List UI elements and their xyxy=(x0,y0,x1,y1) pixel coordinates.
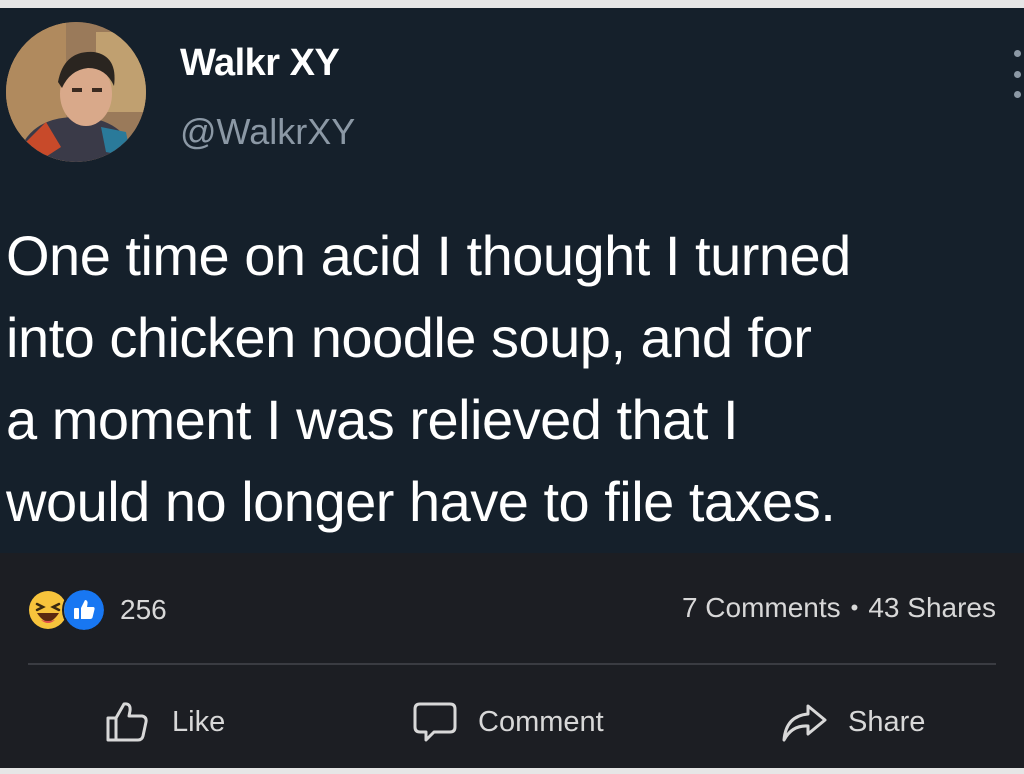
tweet-text: One time on acid I thought I turned into… xyxy=(6,224,851,533)
author-handle[interactable]: @WalkrXY xyxy=(180,111,355,153)
share-button[interactable]: Share xyxy=(780,698,925,746)
like-button[interactable]: Like xyxy=(104,698,225,746)
comment-label: Comment xyxy=(478,705,604,738)
more-options-icon[interactable] xyxy=(1012,50,1022,98)
divider xyxy=(28,663,996,665)
comments-count-link[interactable]: 7 Comments xyxy=(682,592,841,624)
like-label: Like xyxy=(172,705,226,738)
thumbs-up-outline-icon xyxy=(106,702,148,742)
stats-separator: • xyxy=(850,595,859,620)
facebook-shared-post: Walkr XY @WalkrXY One time on acid I tho… xyxy=(0,8,1024,768)
reaction-count: 256 xyxy=(120,594,167,625)
share-label: Share xyxy=(848,705,926,738)
thumbs-up-icon xyxy=(62,588,106,632)
comment-button[interactable]: Comment xyxy=(412,698,604,746)
shares-count-link[interactable]: 43 Shares xyxy=(868,592,996,624)
avatar[interactable] xyxy=(6,22,146,162)
post-stats: 7 Comments • 43 Shares xyxy=(682,592,996,624)
share-arrow-icon xyxy=(782,704,827,742)
reactions-summary[interactable]: 256 xyxy=(28,588,167,632)
tweet-screenshot: Walkr XY @WalkrXY One time on acid I tho… xyxy=(0,8,1024,553)
author-name[interactable]: Walkr XY xyxy=(180,42,340,85)
comment-bubble-icon xyxy=(413,702,457,742)
